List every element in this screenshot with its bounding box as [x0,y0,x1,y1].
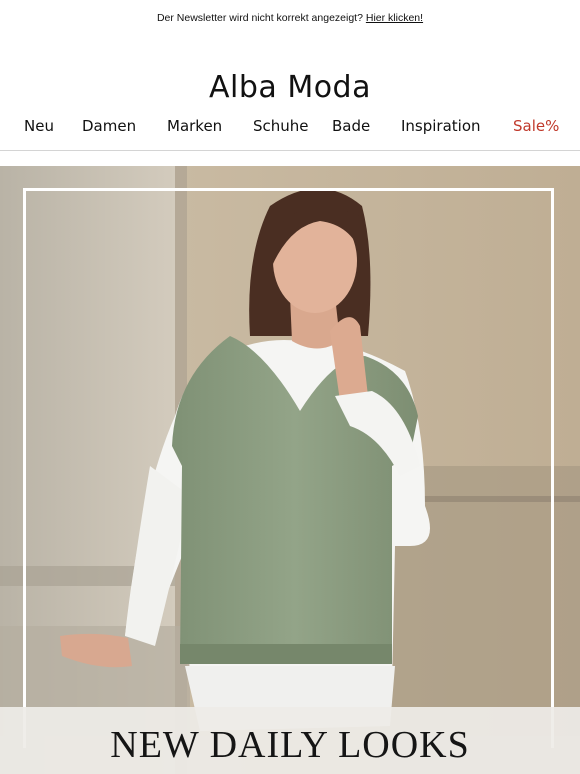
nav-item-damen[interactable]: Damen [82,117,136,135]
nav-item-inspiration[interactable]: Inspiration [401,117,481,135]
hero-banner[interactable]: NEW DAILY LOOKS [0,166,580,774]
view-in-browser-link[interactable]: Hier klicken! [366,12,423,24]
nav-item-schuhe[interactable]: Schuhe [253,117,309,135]
preheader-text: Der Newsletter wird nicht korrekt angeze… [156,12,363,24]
nav-item-bade[interactable]: Bade [332,117,370,135]
hero-caption[interactable]: NEW DAILY LOOKS [0,723,580,767]
hero-frame [23,188,554,748]
nav-item-sale[interactable]: Sale% [513,117,559,135]
brand-logo[interactable]: Alba Moda [0,70,580,105]
main-navigation: Neu Damen Marken Schuhe Bade Inspiration… [0,117,580,137]
preheader: Der Newsletter wird nicht korrekt angeze… [0,12,580,24]
nav-item-marken[interactable]: Marken [167,117,222,135]
header-divider [0,150,580,151]
nav-item-neu[interactable]: Neu [24,117,54,135]
